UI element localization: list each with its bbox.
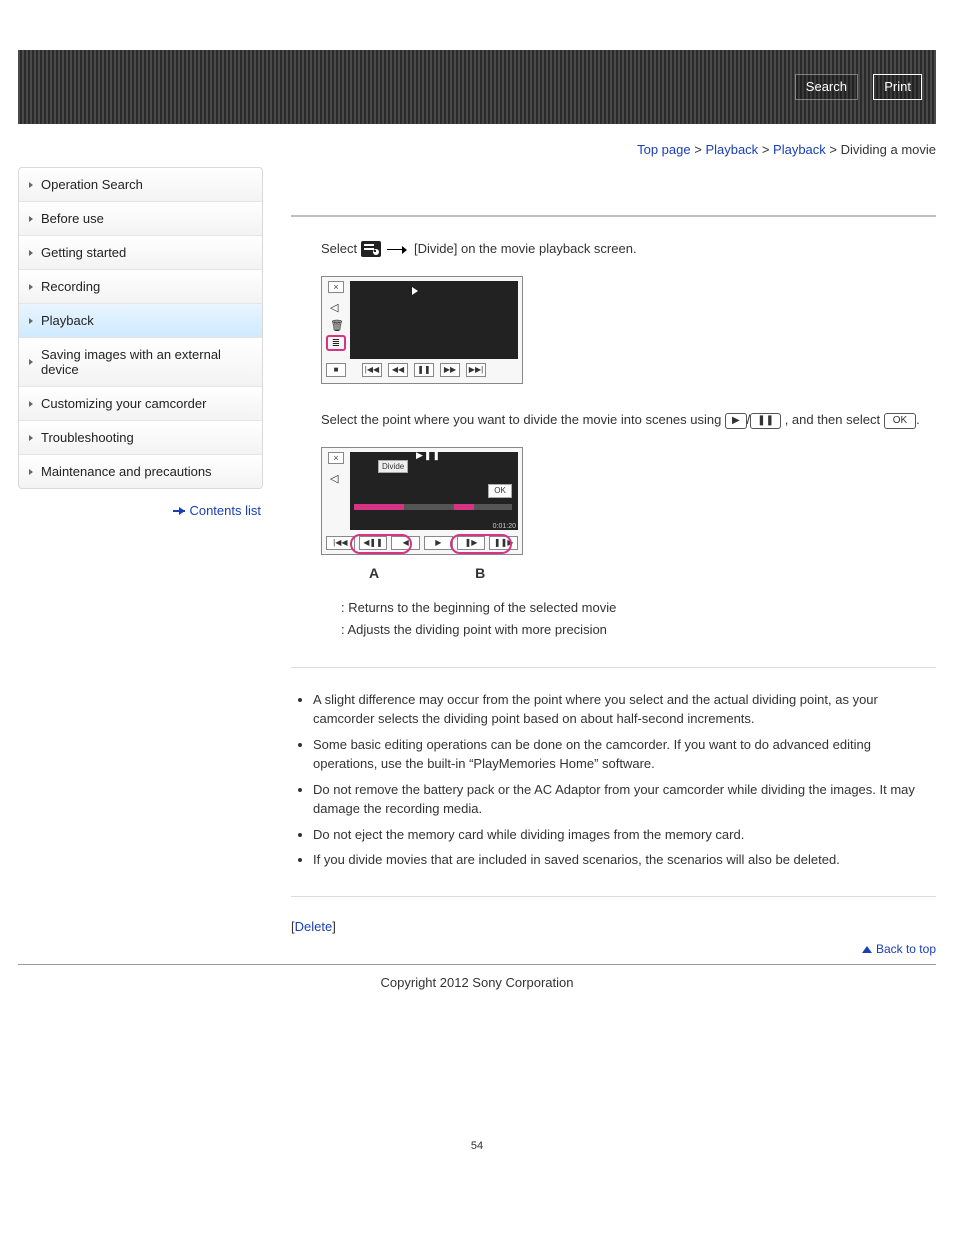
breadcrumb-playback2[interactable]: Playback — [773, 142, 826, 157]
nav-operation-search[interactable]: Operation Search — [19, 168, 262, 201]
contents-list-link[interactable]: Contents list — [189, 503, 261, 518]
arrow-right-icon — [169, 507, 185, 515]
pause-icon: ❚❚ — [414, 363, 434, 377]
screen-area — [350, 281, 518, 359]
play-button-icon: ▶ — [725, 413, 747, 429]
nav-maintenance[interactable]: Maintenance and precautions — [19, 454, 262, 488]
highlight-A — [350, 534, 412, 554]
diagram-labels: A B — [321, 565, 523, 581]
back-to-top: Back to top — [291, 938, 936, 962]
note-item: A slight difference may occur from the p… — [313, 690, 936, 729]
header-bar: Search Print — [18, 50, 936, 124]
prev-icon: |◀◀ — [362, 363, 382, 377]
triangle-up-icon — [862, 946, 872, 953]
close-icon: × — [328, 281, 344, 293]
breadcrumb-current: Dividing a movie — [841, 142, 936, 157]
step-1: Select [Divide] on the movie playback sc… — [291, 239, 936, 260]
step1-text-post: [Divide] on the movie playback screen. — [414, 241, 637, 256]
nav-playback[interactable]: Playback — [19, 303, 262, 337]
transport-controls: ■ |◀◀ ◀◀ ❚❚ ▶▶ ▶▶| — [326, 363, 518, 379]
ok-button-icon: OK — [884, 413, 916, 429]
breadcrumb-playback1[interactable]: Playback — [705, 142, 758, 157]
ok-screen-button: OK — [488, 484, 512, 498]
highlight-B — [450, 534, 512, 554]
nav-recording[interactable]: Recording — [19, 269, 262, 303]
divider — [291, 215, 936, 217]
time-readout: 0:01:20 — [493, 523, 516, 530]
nav-saving-images[interactable]: Saving images with an external device — [19, 337, 262, 386]
breadcrumb-top[interactable]: Top page — [637, 142, 691, 157]
note-item: Some basic editing operations can be don… — [313, 735, 936, 774]
step2-end: . — [916, 412, 920, 427]
volume-icon: ◁ — [330, 472, 338, 485]
footer-divider — [18, 964, 936, 965]
related-delete-link[interactable]: Delete — [295, 919, 333, 934]
arrow-right-icon — [387, 245, 407, 255]
copyright: Copyright 2012 Sony Corporation — [18, 975, 936, 990]
pause-button-icon: ❚❚ — [750, 413, 781, 429]
divide-label: Divide — [378, 460, 408, 473]
divider — [291, 667, 936, 668]
label-A: A — [369, 565, 379, 581]
notes-list: A slight difference may occur from the p… — [291, 690, 936, 870]
volume-icon: ◁ — [330, 301, 338, 314]
stop-icon: ■ — [326, 363, 346, 377]
search-button[interactable]: Search — [795, 74, 858, 100]
diagram-playback-screen: × ◁ 🗑 ≣ ■ |◀◀ ◀◀ ❚❚ ▶▶ ▶▶| — [321, 276, 523, 384]
legend-B: : Adjusts the dividing point with more p… — [341, 619, 936, 641]
step-2: Select the point where you want to divid… — [291, 410, 936, 431]
nav-before-use[interactable]: Before use — [19, 201, 262, 235]
nav-customizing[interactable]: Customizing your camcorder — [19, 386, 262, 420]
page-number: 54 — [18, 1140, 936, 1152]
label-B: B — [475, 565, 485, 581]
diagram-divide-screen: × ◁ Divide ▶❚❚ OK 0:01:20 — [321, 447, 537, 581]
play-pause-icon: ▶❚❚ — [416, 450, 441, 461]
step2-text-post: , and then select — [785, 412, 884, 427]
nav-getting-started[interactable]: Getting started — [19, 235, 262, 269]
edit-menu-highlight-icon: ≣ — [326, 335, 346, 351]
step1-text-pre: Select — [321, 241, 361, 256]
nav-troubleshooting[interactable]: Troubleshooting — [19, 420, 262, 454]
breadcrumb-sep: > — [694, 142, 702, 157]
trash-icon: 🗑 — [330, 319, 344, 332]
back-to-top-link[interactable]: Back to top — [876, 942, 936, 956]
step2-text-pre: Select the point where you want to divid… — [321, 412, 725, 427]
play-icon: ▶ — [424, 536, 453, 550]
play-icon — [412, 287, 418, 295]
divider — [291, 896, 936, 897]
breadcrumb: Top page > Playback > Playback > Dividin… — [18, 124, 936, 167]
legend-A: : Returns to the beginning of the select… — [341, 597, 936, 619]
note-item: Do not remove the battery pack or the AC… — [313, 780, 936, 819]
next-icon: ▶▶| — [466, 363, 486, 377]
breadcrumb-sep: > — [762, 142, 770, 157]
main-content: Select [Divide] on the movie playback sc… — [263, 167, 936, 962]
note-item: If you divide movies that are included i… — [313, 850, 936, 870]
edit-menu-icon — [361, 239, 381, 260]
sidebar: Operation Search Before use Getting star… — [18, 167, 263, 518]
ff-icon: ▶▶ — [440, 363, 460, 377]
breadcrumb-sep: > — [829, 142, 837, 157]
screen-area: Divide ▶❚❚ OK 0:01:20 — [350, 452, 518, 530]
legend: : Returns to the beginning of the select… — [341, 597, 936, 641]
rew-icon: ◀◀ — [388, 363, 408, 377]
nav: Operation Search Before use Getting star… — [18, 167, 263, 489]
timeline — [354, 504, 512, 510]
close-icon: × — [328, 452, 344, 464]
related-topic: [Delete] — [291, 919, 936, 934]
print-button[interactable]: Print — [873, 74, 922, 100]
note-item: Do not eject the memory card while divid… — [313, 825, 936, 845]
